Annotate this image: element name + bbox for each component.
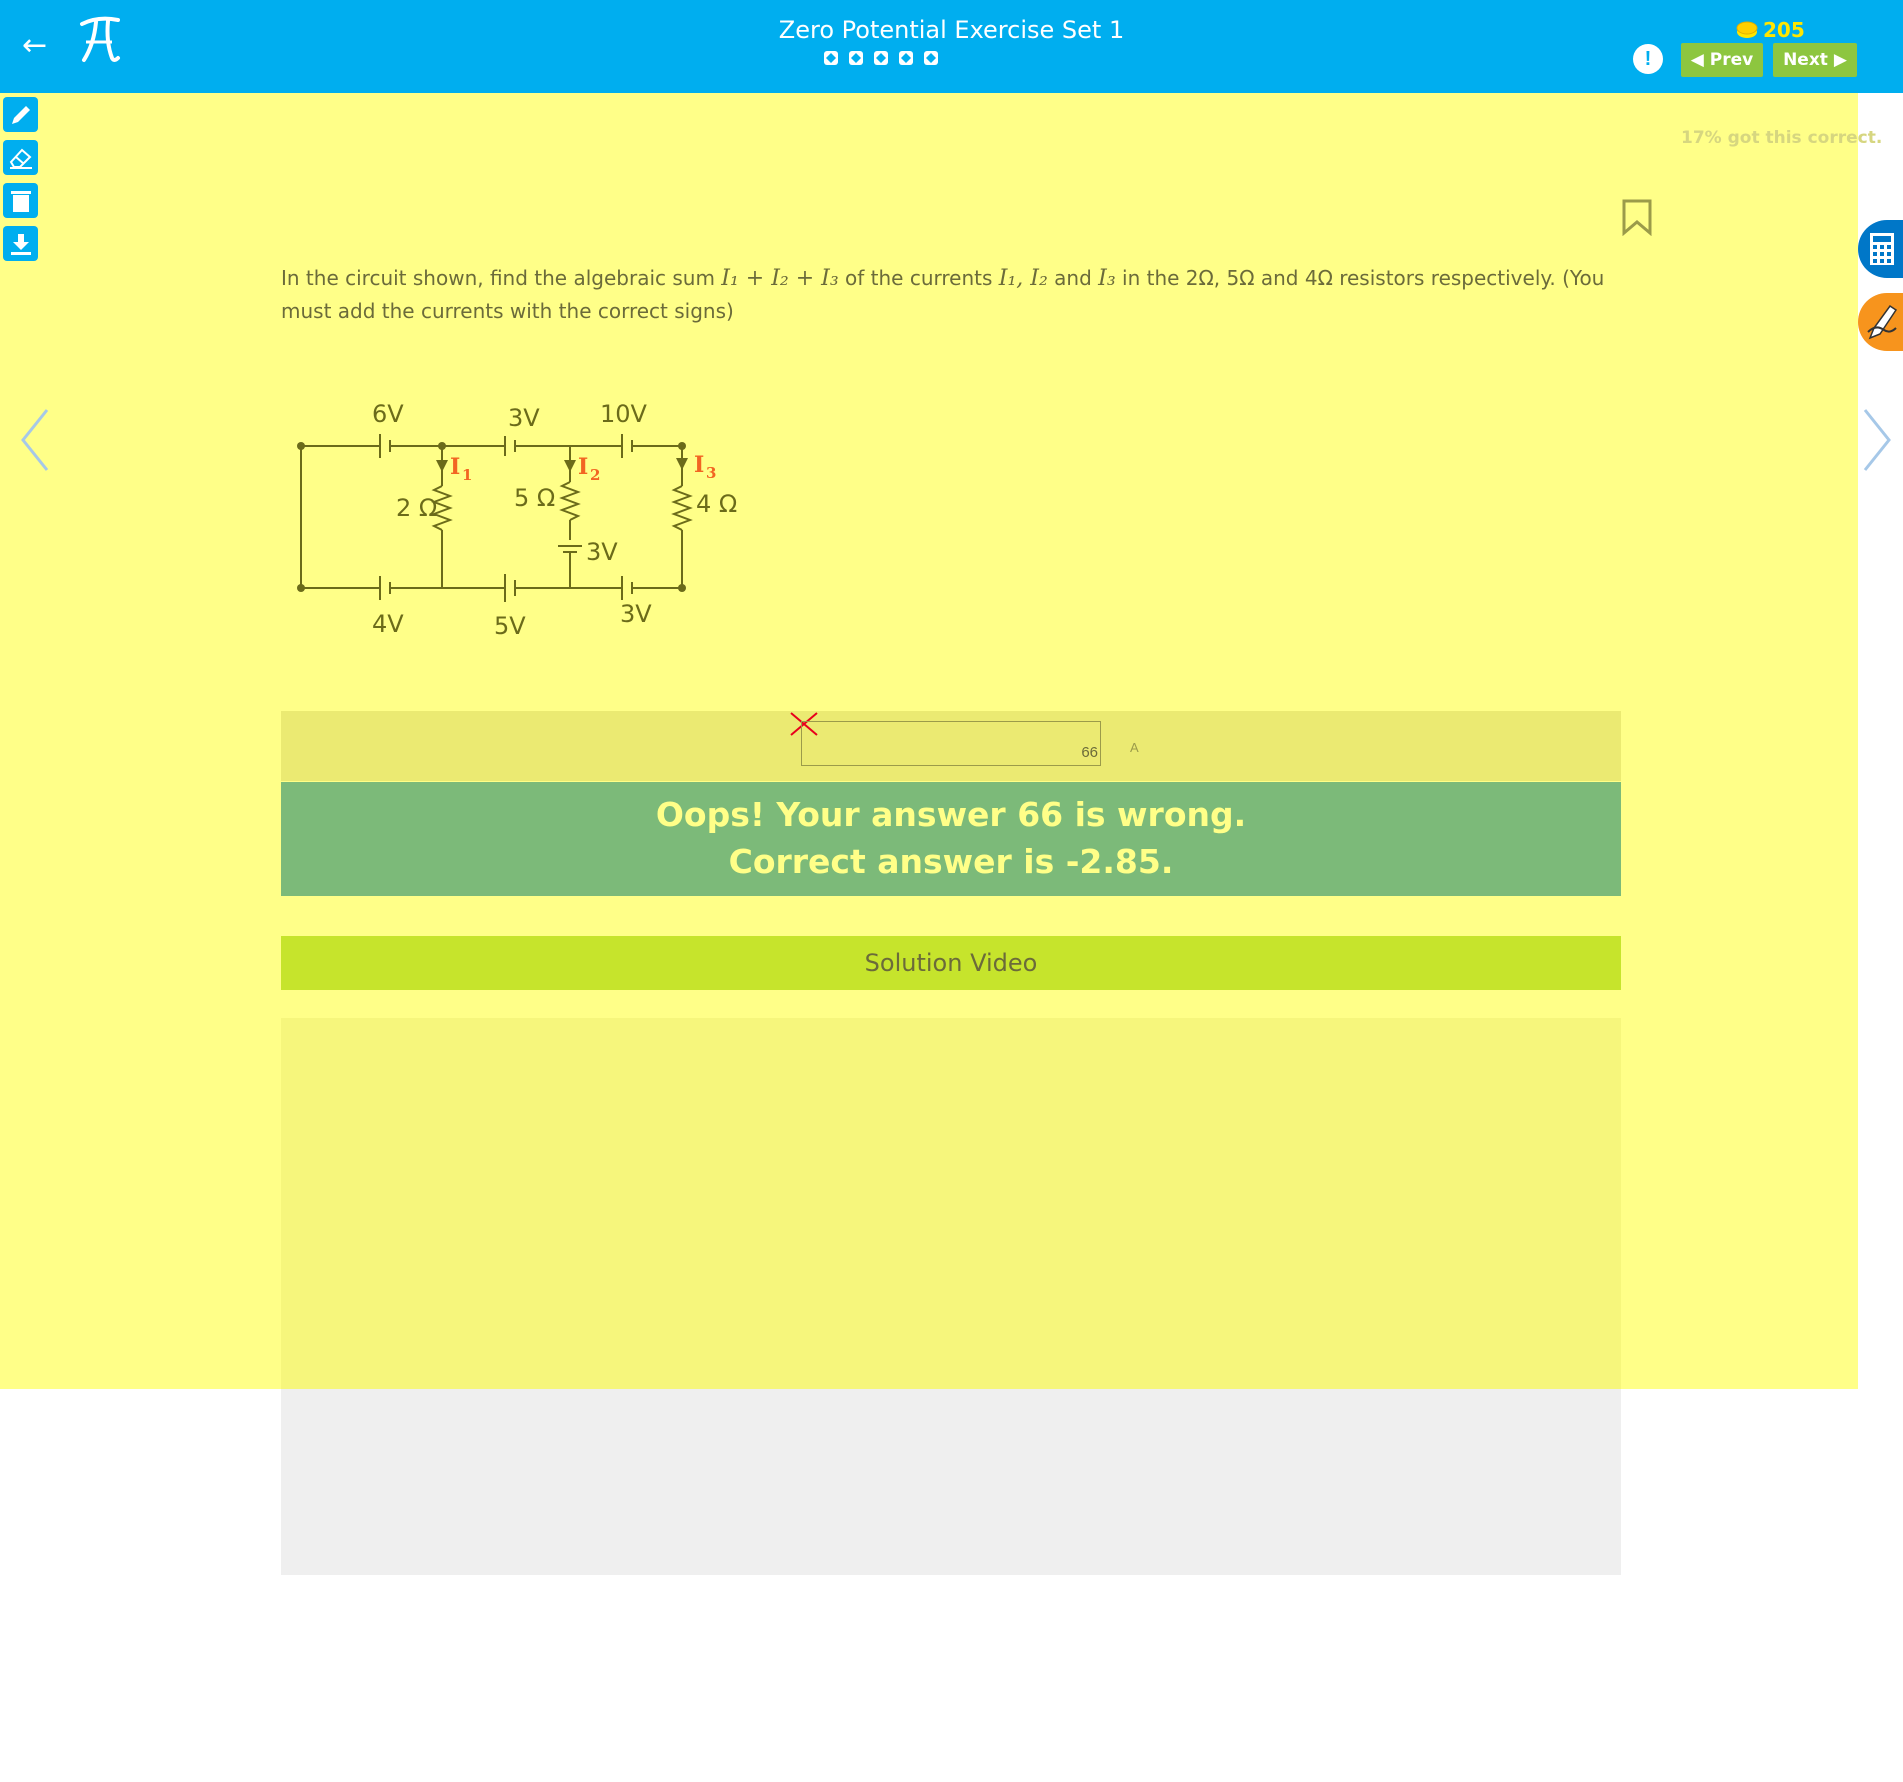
resistor-label-4ohm: 4 Ω — [696, 490, 737, 518]
voltage-label-6v: 6V — [372, 400, 404, 428]
circuit-diagram: 6V 3V 10V 4V 5V 3V 3V 2 Ω 5 Ω 4 Ω I 1 I … — [297, 400, 737, 640]
eraser-tool-button[interactable] — [3, 140, 38, 175]
percent-correct: 17% got this correct. — [1681, 128, 1883, 148]
current-sub-1: 1 — [462, 466, 472, 484]
voltage-label-3v-branch: 3V — [586, 538, 618, 566]
solution-video-button[interactable]: Solution Video — [281, 936, 1621, 990]
download-icon — [10, 233, 31, 255]
question-part-1: In the circuit shown, find the algebraic… — [281, 266, 722, 290]
pen-hand-icon — [1867, 304, 1898, 340]
download-tool-button[interactable] — [3, 226, 38, 261]
progress-dot-4[interactable] — [898, 50, 914, 66]
previous-question-arrow[interactable] — [20, 408, 50, 477]
voltage-label-3v-bottom: 3V — [620, 600, 652, 628]
current-label-i2: I — [578, 454, 588, 480]
video-overlay — [281, 1018, 1621, 1389]
answer-input[interactable]: 66 — [801, 721, 1101, 766]
progress-dot-2[interactable] — [848, 50, 864, 66]
trash-icon — [10, 190, 31, 212]
progress-dot-1[interactable] — [823, 50, 839, 66]
coins-icon — [1736, 21, 1758, 38]
caret-right-icon: ▶ — [1827, 50, 1847, 70]
next-question-arrow[interactable] — [1862, 408, 1892, 477]
drawing-toolbar — [3, 97, 38, 261]
next-button[interactable]: Next ▶ — [1773, 43, 1857, 77]
answer-value: 66 — [1081, 744, 1098, 761]
progress-dot-5[interactable] — [923, 50, 939, 66]
caret-left-icon: ◀ — [1690, 50, 1710, 70]
feedback-line-1: Oops! Your answer 66 is wrong. — [655, 795, 1247, 834]
question-text: In the circuit shown, find the algebraic… — [281, 262, 1621, 328]
pencil-icon — [11, 105, 30, 124]
prev-label: Prev — [1709, 50, 1754, 70]
progress-dot-3[interactable] — [873, 50, 889, 66]
report-alert-button[interactable]: ! — [1633, 44, 1663, 74]
coin-count: 205 — [1763, 18, 1805, 42]
coin-counter: 205 — [1735, 18, 1805, 42]
calculator-icon — [1870, 233, 1894, 265]
voltage-label-4v: 4V — [372, 610, 404, 638]
current-sub-3: 3 — [706, 464, 716, 482]
answer-unit: A — [1130, 740, 1139, 755]
scratchpad-button[interactable] — [1858, 293, 1903, 351]
question-currents: I₁, I₂ — [998, 266, 1048, 291]
trash-tool-button[interactable] — [3, 183, 38, 218]
prev-button[interactable]: ◀ Prev — [1681, 43, 1763, 77]
current-sub-2: 2 — [590, 466, 600, 484]
question-i3: I₃ — [1098, 266, 1116, 291]
top-bar: ← Zero Potential Exercise Set 1 205 ! ◀ … — [0, 0, 1903, 93]
voltage-label-3v-top: 3V — [508, 404, 540, 432]
page-title: Zero Potential Exercise Set 1 — [778, 16, 1125, 44]
calculator-button[interactable] — [1858, 220, 1903, 278]
resistor-label-2ohm: 2 Ω — [396, 494, 437, 522]
eraser-icon — [9, 148, 32, 169]
feedback-banner: Oops! Your answer 66 is wrong. Correct a… — [281, 782, 1621, 896]
resistor-label-5ohm: 5 Ω — [514, 484, 555, 512]
current-label-i1: I — [450, 454, 460, 480]
progress-dots — [823, 50, 939, 66]
voltage-label-10v: 10V — [600, 400, 648, 428]
question-and: and — [1047, 266, 1099, 290]
question-part-2: of the currents — [838, 266, 999, 290]
next-label: Next — [1783, 50, 1828, 70]
bookmark-icon[interactable] — [1621, 198, 1653, 241]
voltage-label-5v: 5V — [494, 612, 526, 640]
current-label-i3: I — [694, 452, 704, 478]
question-sum-expression: I₁ + I₂ + I₃ — [721, 266, 839, 291]
feedback-line-2: Correct answer is -2.85. — [728, 842, 1174, 881]
pencil-tool-button[interactable] — [3, 97, 38, 132]
